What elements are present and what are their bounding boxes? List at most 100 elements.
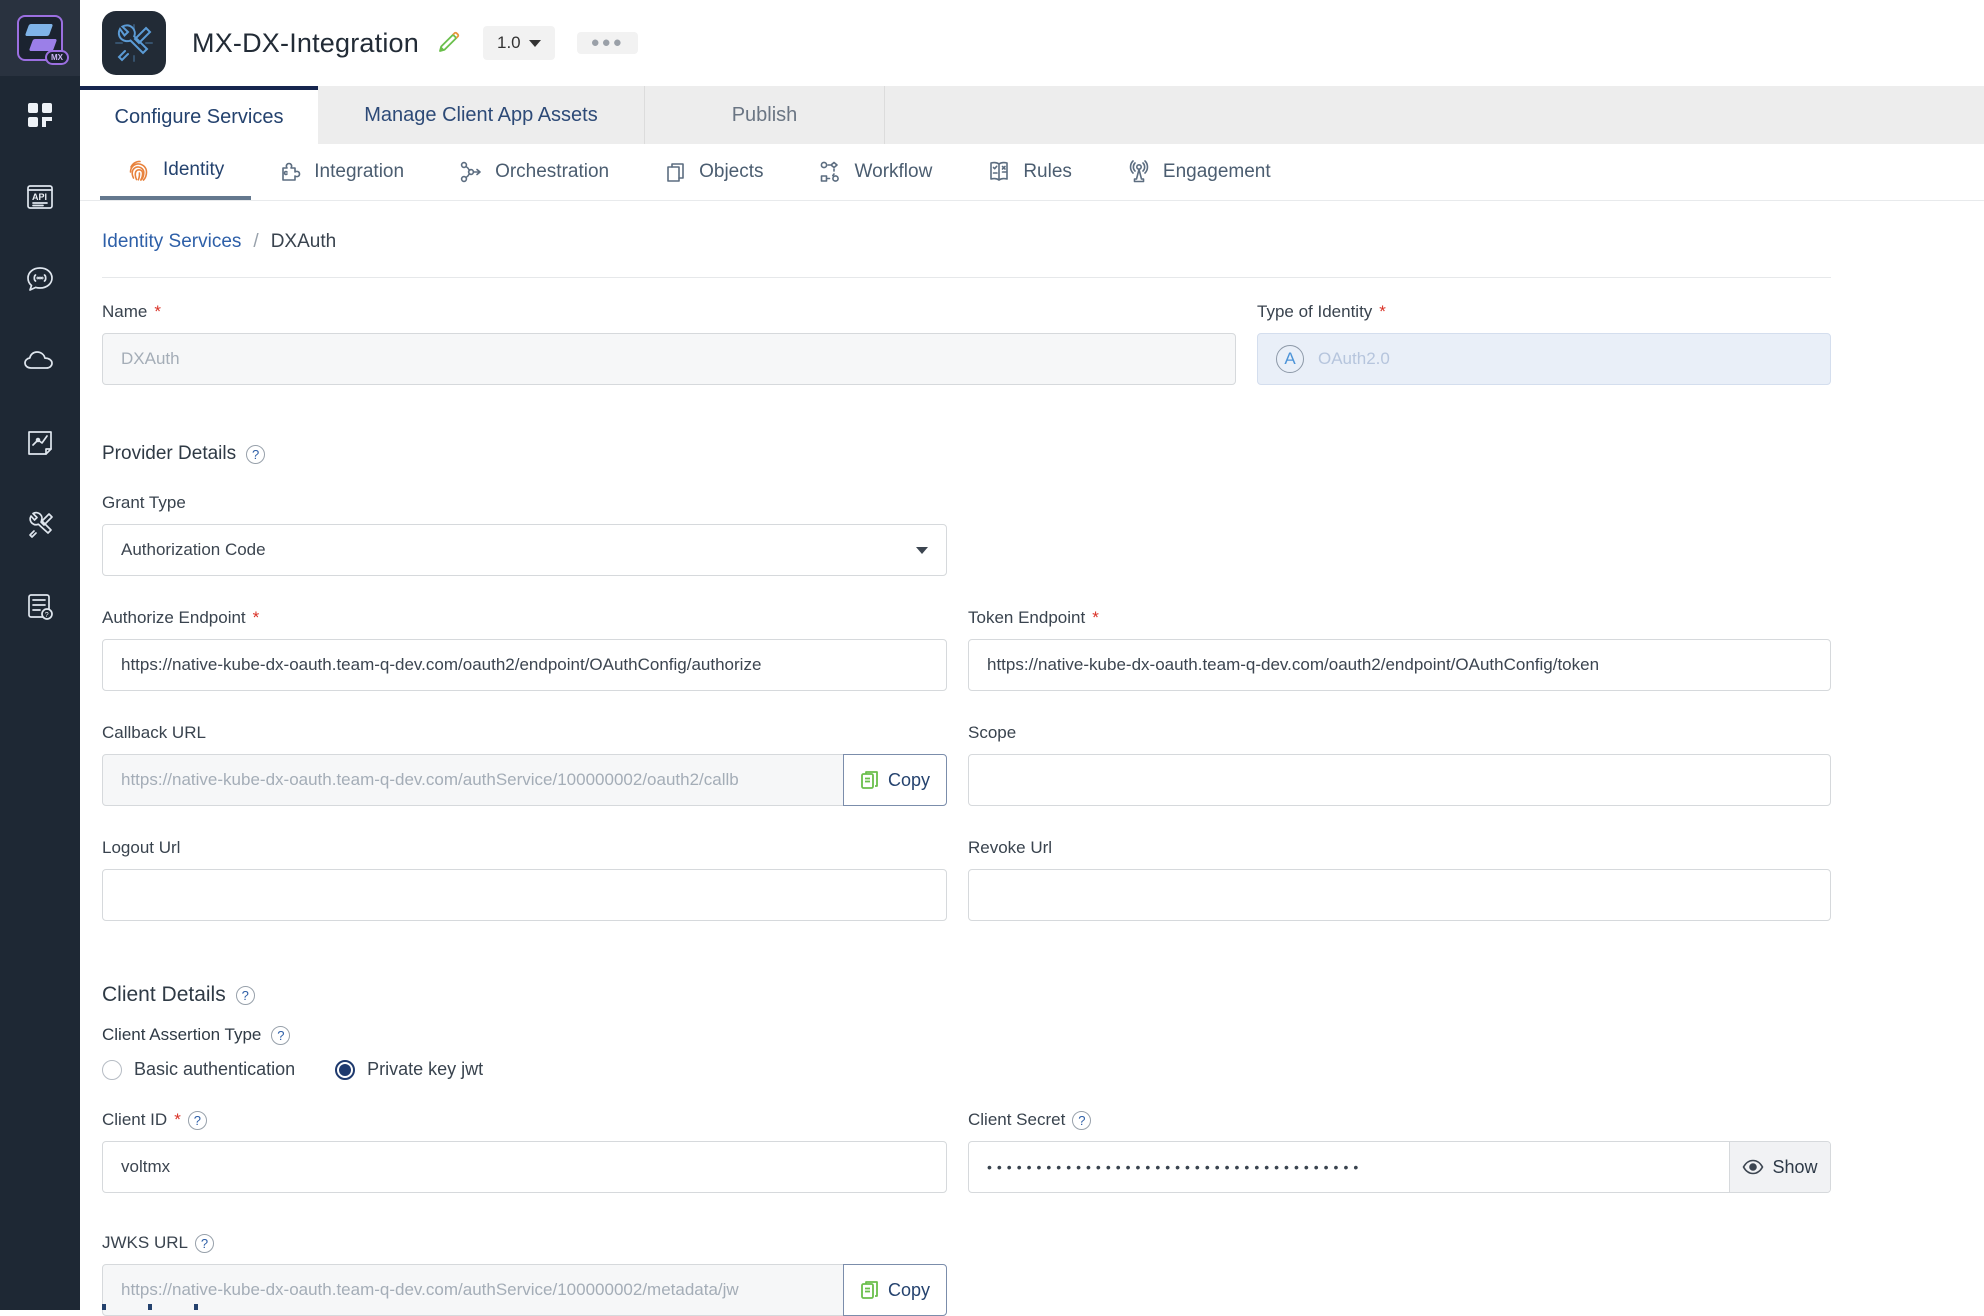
fingerprint-icon [127,158,152,183]
required-asterisk: * [174,1110,181,1130]
provider-details-heading: Provider Details ? [102,443,1831,465]
tab-publish[interactable]: Publish [645,86,885,144]
cloud-icon[interactable] [23,344,57,378]
logout-url-label: Logout Url [102,838,947,858]
revoke-url-input[interactable] [968,869,1831,921]
radio-label: Basic authentication [134,1059,295,1080]
subtab-label: Rules [1023,161,1072,183]
jwks-url-field: https://native-kube-dx-oauth.team-q-dev.… [102,1264,844,1316]
service-subtabs: Identity Integration Orchestration [80,144,1984,201]
provider-details-help-icon[interactable]: ? [246,445,265,464]
subtab-engagement[interactable]: Engagement [1099,144,1298,200]
oauth-a-icon: A [1276,345,1304,373]
type-of-identity-field: A OAuth2.0 [1257,333,1831,385]
client-assertion-radio-group: Basic authentication Private key jwt [102,1059,1831,1080]
token-endpoint-input[interactable]: https://native-kube-dx-oauth.team-q-dev.… [968,639,1831,691]
callback-url-label: Callback URL [102,723,947,743]
subtab-workflow[interactable]: Workflow [791,144,960,200]
grant-type-value: Authorization Code [121,540,266,560]
token-endpoint-label: Token Endpoint* [968,608,1831,628]
tab-label: Configure Services [115,106,284,129]
logout-url-input[interactable] [102,869,947,921]
dashboard-icon[interactable] [23,98,57,132]
client-secret-label: Client Secret ? [968,1110,1831,1130]
main-tabbar: Configure Services Manage Client App Ass… [80,86,1984,144]
subtab-label: Workflow [855,161,933,183]
required-asterisk: * [154,302,161,322]
chevron-down-icon [529,40,541,47]
version-dropdown[interactable]: 1.0 [483,26,555,60]
rules-book-icon [986,159,1012,185]
client-assertion-help-icon[interactable]: ? [271,1026,290,1045]
ellipsis-icon: ●●● [591,39,624,47]
jwks-url-label: JWKS URL ? [102,1233,947,1253]
scope-input[interactable] [968,754,1831,806]
authorize-endpoint-label: Authorize Endpoint* [102,608,947,628]
edit-title-pencil-icon[interactable] [435,30,461,56]
show-label: Show [1772,1157,1817,1178]
subtab-objects[interactable]: Objects [636,144,790,200]
workflow-icon [818,159,844,185]
voltmx-logo-tile[interactable]: MX [0,0,80,76]
orchestration-icon [458,159,484,185]
client-assertion-type-label: Client Assertion Type ? [102,1025,1831,1045]
grant-type-label: Grant Type [102,493,947,513]
jwks-copy-button[interactable]: Copy [843,1264,947,1316]
subtab-identity[interactable]: Identity [100,144,251,200]
help-resources-icon[interactable]: ? [23,590,57,624]
subtab-label: Integration [314,161,404,183]
chevron-down-icon [916,547,928,554]
code-chat-icon[interactable] [23,262,57,296]
breadcrumb-current: DXAuth [271,231,336,253]
svg-text:API: API [32,192,47,202]
callback-copy-button[interactable]: Copy [843,754,947,806]
show-secret-button[interactable]: Show [1729,1142,1830,1192]
client-secret-input[interactable]: •••••••••••••••••••••••••••••••••••••• S… [968,1141,1831,1193]
voltmx-logo-icon: MX [17,15,63,61]
radio-circle-icon [102,1060,122,1080]
subtab-label: Engagement [1163,161,1271,183]
mx-badge: MX [45,50,69,65]
authorize-endpoint-input[interactable]: https://native-kube-dx-oauth.team-q-dev.… [102,639,947,691]
analytics-icon[interactable] [23,426,57,460]
breadcrumb-identity-services-link[interactable]: Identity Services [102,231,241,253]
client-id-help-icon[interactable]: ? [188,1111,207,1130]
subtab-rules[interactable]: Rules [959,144,1099,200]
tools-icon[interactable] [23,508,57,542]
client-secret-help-icon[interactable]: ? [1072,1111,1091,1130]
api-icon[interactable]: API [23,180,57,214]
client-details-heading: Client Details ? [102,983,1831,1007]
client-secret-masked-value: •••••••••••••••••••••••••••••••••••••• [969,1159,1729,1175]
subtab-integration[interactable]: Integration [251,144,431,200]
puzzle-icon [278,160,303,185]
type-of-identity-label: Type of Identity* [1257,302,1831,322]
left-sidebar: MX API [0,0,80,1310]
client-id-input[interactable]: voltmx [102,1141,947,1193]
divider [102,277,1831,278]
grant-type-select[interactable]: Authorization Code [102,524,947,576]
cut-off-next-field [102,1304,198,1310]
eye-icon [1742,1159,1764,1175]
subtab-orchestration[interactable]: Orchestration [431,144,636,200]
engagement-antenna-icon [1126,159,1152,185]
tab-configure-services[interactable]: Configure Services [80,86,318,144]
subtab-label: Objects [699,161,763,183]
required-asterisk: * [1092,608,1099,628]
radio-basic-authentication[interactable]: Basic authentication [102,1059,295,1080]
more-options-button[interactable]: ●●● [577,32,638,54]
tab-manage-client-app-assets[interactable]: Manage Client App Assets [318,86,645,144]
copy-icon [860,769,880,791]
radio-private-key-jwt[interactable]: Private key jwt [335,1059,483,1080]
name-field: DXAuth [102,333,1236,385]
client-details-help-icon[interactable]: ? [236,986,255,1005]
svg-text:?: ? [45,612,49,619]
type-of-identity-value: OAuth2.0 [1318,349,1390,369]
client-id-label: Client ID* ? [102,1110,947,1130]
revoke-url-label: Revoke Url [968,838,1831,858]
name-label: Name* [102,302,1236,322]
version-label: 1.0 [497,33,521,53]
callback-url-field: https://native-kube-dx-oauth.team-q-dev.… [102,754,844,806]
jwks-url-help-icon[interactable]: ? [195,1234,214,1253]
copy-icon [860,1279,880,1301]
app-header: MX-DX-Integration 1.0 ●●● [80,0,1984,86]
